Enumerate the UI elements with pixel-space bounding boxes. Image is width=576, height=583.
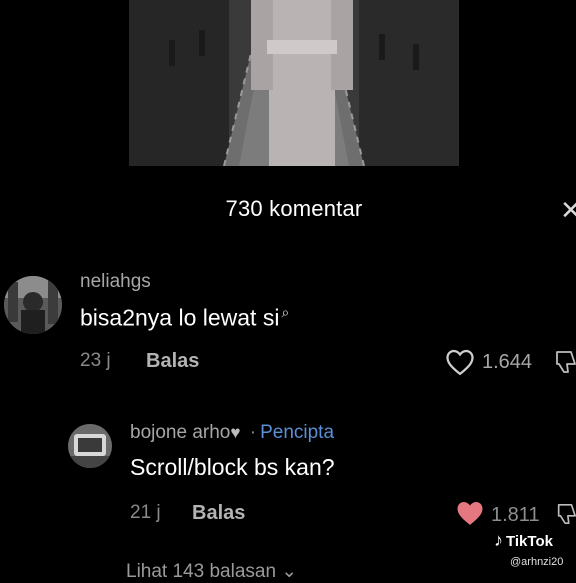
comment-text: bisa2nya lo lewat si ⌕ bbox=[80, 304, 289, 332]
close-icon[interactable]: ✕ bbox=[560, 196, 576, 224]
avatar[interactable] bbox=[4, 276, 62, 334]
separator-dot: · bbox=[249, 422, 257, 443]
reply-button[interactable]: Balas bbox=[192, 502, 245, 525]
watermark-username: @arhnzi20 bbox=[510, 556, 564, 568]
comment-text: Scroll/block bs kan? bbox=[130, 454, 335, 480]
heart-icon: ♥ bbox=[230, 423, 241, 442]
like-count: 1.811 bbox=[491, 504, 540, 526]
comment-username[interactable]: neliahgs bbox=[80, 271, 151, 293]
video-scene-image bbox=[129, 0, 459, 166]
comment-body: bisa2nya lo lewat si bbox=[80, 304, 280, 331]
comment-timestamp: 21 j bbox=[130, 502, 161, 523]
video-thumbnail[interactable] bbox=[129, 0, 459, 166]
comment-username[interactable]: bojone arho♥ · Pencipta bbox=[130, 422, 334, 444]
comments-count-title: 730 komentar bbox=[225, 196, 363, 221]
reply-button[interactable]: Balas bbox=[146, 350, 199, 373]
dislike-icon[interactable] bbox=[555, 500, 576, 533]
comment-timestamp: 23 j bbox=[80, 350, 111, 371]
heart-icon[interactable] bbox=[445, 348, 475, 381]
chevron-down-icon: ⌄ bbox=[281, 561, 298, 582]
username-text: bojone arho bbox=[130, 422, 231, 443]
watermark-brand: TikTok bbox=[506, 533, 553, 550]
tiktok-watermark: ♪ TikTok bbox=[494, 530, 553, 551]
tiktok-logo-icon: ♪ bbox=[494, 530, 503, 550]
heart-filled-icon[interactable] bbox=[455, 499, 485, 532]
creator-badge: Pencipta bbox=[260, 422, 335, 443]
avatar[interactable] bbox=[68, 424, 112, 468]
view-replies-label: Lihat 143 balasan bbox=[126, 561, 277, 582]
search-icon[interactable]: ⌕ bbox=[281, 304, 289, 320]
view-replies-button[interactable]: Lihat 143 balasan ⌄ bbox=[126, 560, 297, 583]
dislike-icon[interactable] bbox=[553, 348, 576, 381]
like-count: 1.644 bbox=[482, 351, 533, 373]
